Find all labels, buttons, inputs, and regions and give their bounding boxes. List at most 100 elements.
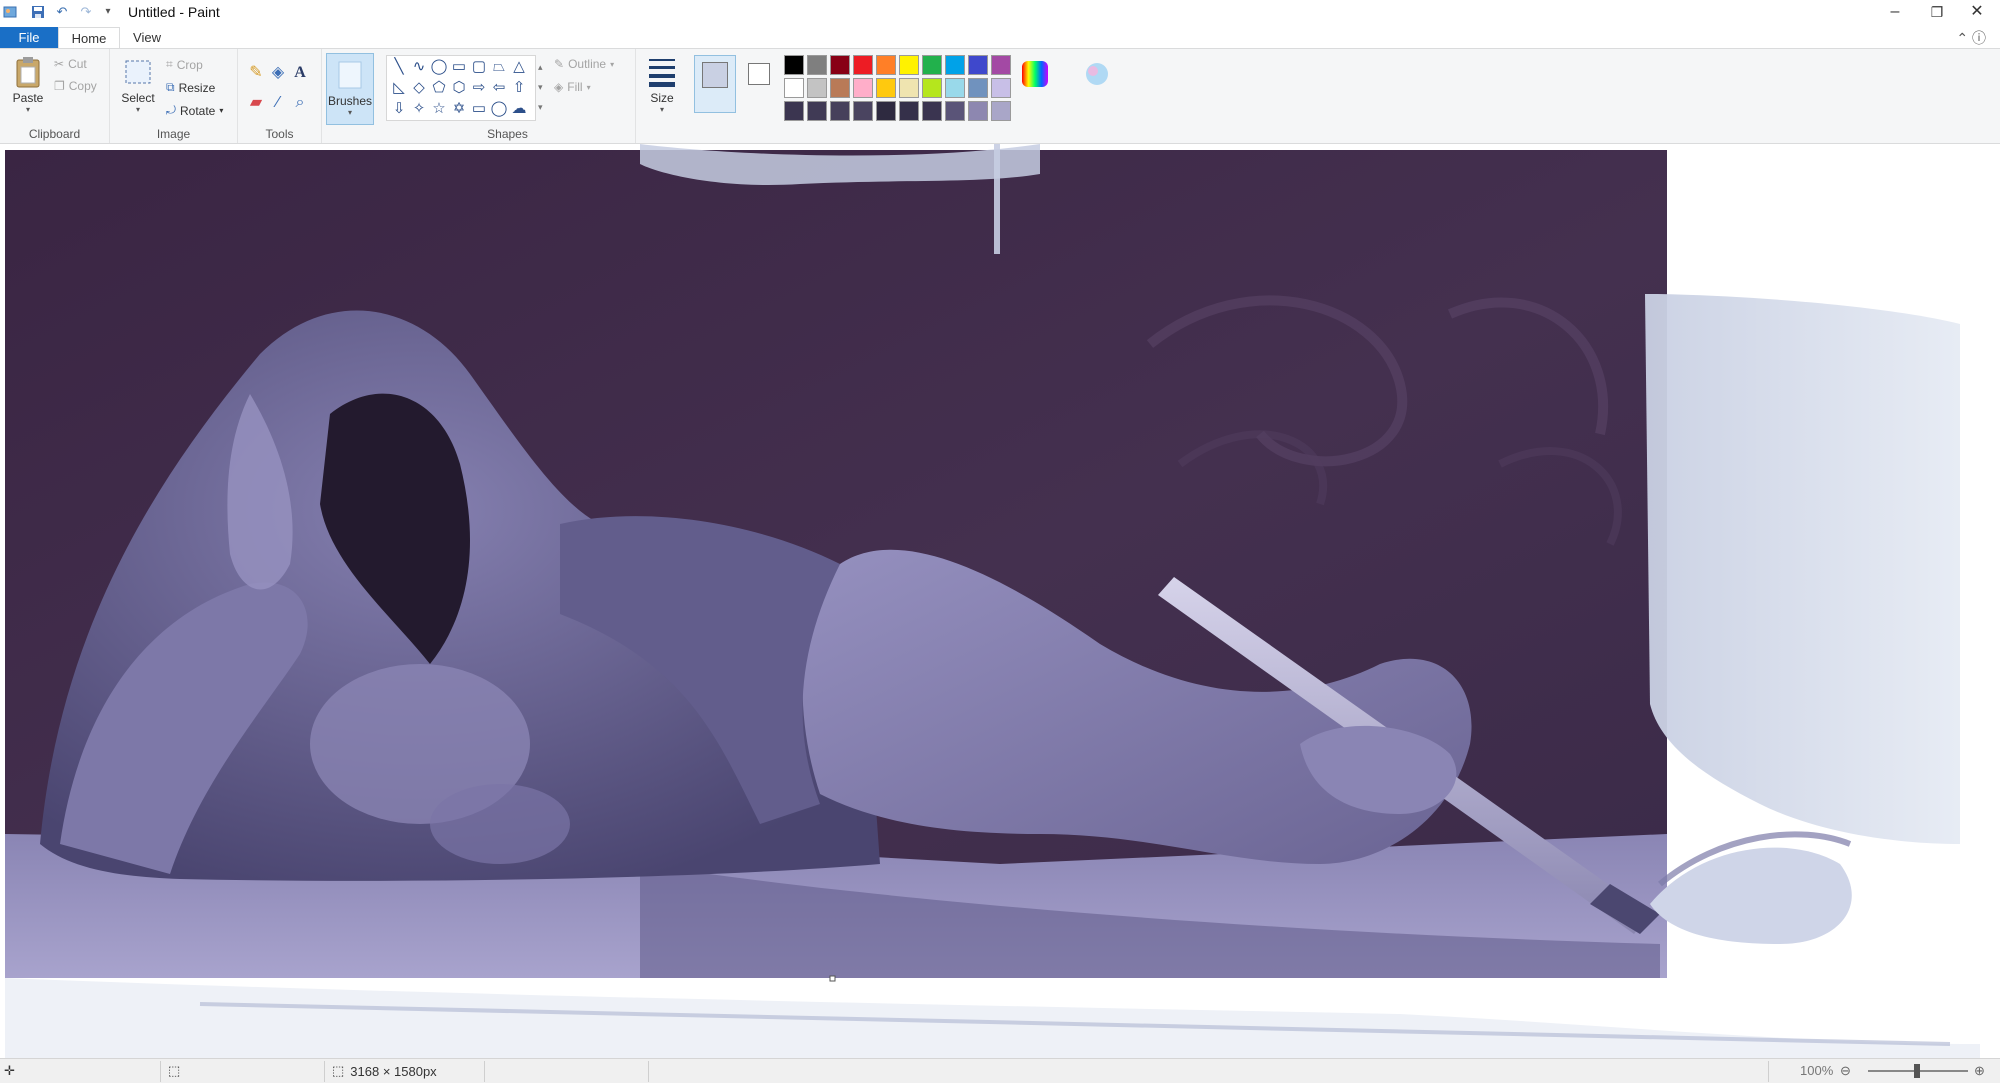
rotate-button[interactable]: ⤾ Rotate ▾ xyxy=(166,103,223,118)
polygon-shape-icon[interactable]: ⏢ xyxy=(489,57,509,77)
palette-swatch[interactable] xyxy=(922,101,942,121)
rounded-callout-shape-icon[interactable]: ▭ xyxy=(469,99,489,119)
palette-swatch[interactable] xyxy=(945,55,965,75)
palette-swatch[interactable] xyxy=(945,78,965,98)
undo-icon[interactable]: ↶ xyxy=(54,4,70,20)
paint3d-icon[interactable] xyxy=(1080,57,1116,97)
palette-swatch[interactable] xyxy=(853,78,873,98)
ribbon: Paste ▾ ✂ Cut ❐ Copy Clipboard Select ▾ xyxy=(0,48,2000,144)
resize-label: Resize xyxy=(178,80,216,95)
cut-button[interactable]: ✂ Cut xyxy=(54,57,87,71)
palette-swatch[interactable] xyxy=(991,78,1011,98)
copy-button[interactable]: ❐ Copy xyxy=(54,79,97,93)
palette-swatch[interactable] xyxy=(991,101,1011,121)
right-triangle-shape-icon[interactable]: ◺ xyxy=(389,78,409,98)
paint-app-icon[interactable] xyxy=(2,4,18,20)
left-arrow-shape-icon[interactable]: ⇦ xyxy=(489,78,509,98)
minimize-button[interactable]: – xyxy=(1872,0,1918,25)
zoom-out-icon[interactable]: ⊖ xyxy=(1840,1063,1851,1079)
triangle-shape-icon[interactable]: △ xyxy=(509,57,529,77)
color-1-swatch xyxy=(702,62,728,88)
palette-swatch[interactable] xyxy=(830,78,850,98)
palette-swatch[interactable] xyxy=(922,78,942,98)
line-size-icon xyxy=(647,55,677,89)
palette-swatch[interactable] xyxy=(853,55,873,75)
tab-home[interactable]: Home xyxy=(58,27,120,49)
zoom-slider[interactable] xyxy=(1868,1064,1968,1078)
palette-swatch[interactable] xyxy=(899,78,919,98)
palette-swatch[interactable] xyxy=(876,101,896,121)
outline-button[interactable]: ✎ Outline ▾ xyxy=(554,57,614,71)
paste-button[interactable]: Paste ▾ xyxy=(8,55,48,114)
palette-swatch[interactable] xyxy=(784,55,804,75)
rounded-rectangle-shape-icon[interactable]: ▢ xyxy=(469,57,489,77)
customize-dropdown-icon[interactable]: ▾ xyxy=(100,4,116,20)
four-point-star-shape-icon[interactable]: ✧ xyxy=(409,99,429,119)
rectangle-shape-icon[interactable]: ▭ xyxy=(449,57,469,77)
brushes-button[interactable]: Brushes ▾ xyxy=(326,53,374,125)
edit-colors-button[interactable] xyxy=(1018,57,1054,97)
tab-view[interactable]: View xyxy=(122,27,172,49)
palette-swatch[interactable] xyxy=(899,55,919,75)
text-tool-icon[interactable]: A xyxy=(290,63,310,83)
palette-swatch[interactable] xyxy=(807,101,827,121)
size-button[interactable]: Size ▾ xyxy=(640,55,684,114)
drawing-canvas[interactable] xyxy=(0,144,2000,1058)
up-arrow-shape-icon[interactable]: ⇧ xyxy=(509,78,529,98)
oval-callout-shape-icon[interactable]: ◯ xyxy=(489,99,509,119)
palette-swatch[interactable] xyxy=(830,55,850,75)
right-arrow-shape-icon[interactable]: ⇨ xyxy=(469,78,489,98)
color-2-button[interactable] xyxy=(744,59,774,109)
hexagon-shape-icon[interactable]: ⬡ xyxy=(449,78,469,98)
palette-swatch[interactable] xyxy=(968,55,988,75)
eraser-icon[interactable]: ▰ xyxy=(246,93,266,113)
shapes-gallery-scroll-icon[interactable]: ▴ ▾ ▾ xyxy=(538,57,543,117)
paste-dropdown-icon[interactable]: ▾ xyxy=(8,105,48,114)
help-icon[interactable]: ⌃ ⓘ xyxy=(1956,28,1986,48)
palette-swatch[interactable] xyxy=(945,101,965,121)
oval-shape-icon[interactable]: ◯ xyxy=(429,57,449,77)
palette-swatch[interactable] xyxy=(876,55,896,75)
color-picker-icon[interactable]: ⁄ xyxy=(268,93,288,113)
pentagon-shape-icon[interactable]: ⬠ xyxy=(429,78,449,98)
palette-swatch[interactable] xyxy=(853,101,873,121)
rotate-icon: ⤾ xyxy=(166,103,176,117)
line-shape-icon[interactable]: ╲ xyxy=(389,57,409,77)
outline-dropdown-icon: ▾ xyxy=(610,59,615,69)
palette-swatch[interactable] xyxy=(968,101,988,121)
cloud-callout-shape-icon[interactable]: ☁ xyxy=(509,99,529,119)
palette-swatch[interactable] xyxy=(830,101,850,121)
palette-swatch[interactable] xyxy=(784,78,804,98)
diamond-shape-icon[interactable]: ◇ xyxy=(409,78,429,98)
tab-file[interactable]: File xyxy=(0,27,58,49)
fill-bucket-icon[interactable]: ◈ xyxy=(268,63,288,83)
palette-swatch[interactable] xyxy=(968,78,988,98)
zoom-slider-thumb[interactable] xyxy=(1914,1064,1920,1078)
canvas-resize-handle[interactable] xyxy=(829,975,836,982)
palette-swatch[interactable] xyxy=(807,78,827,98)
magnifier-icon[interactable]: ⌕ xyxy=(290,93,310,113)
palette-swatch[interactable] xyxy=(876,78,896,98)
save-icon[interactable] xyxy=(30,4,46,20)
status-divider xyxy=(324,1061,325,1082)
fill-button[interactable]: ◈ Fill ▾ xyxy=(554,80,591,94)
pencil-icon[interactable]: ✎ xyxy=(246,63,266,83)
palette-swatch[interactable] xyxy=(807,55,827,75)
crop-button[interactable]: ⌗ Crop xyxy=(166,57,203,72)
curve-shape-icon[interactable]: ∿ xyxy=(409,57,429,77)
select-dropdown-icon[interactable]: ▾ xyxy=(118,105,158,114)
resize-button[interactable]: ⧉ Resize xyxy=(166,80,215,95)
palette-swatch[interactable] xyxy=(991,55,1011,75)
down-arrow-shape-icon[interactable]: ⇩ xyxy=(389,99,409,119)
six-point-star-shape-icon[interactable]: ✡ xyxy=(449,99,469,119)
palette-swatch[interactable] xyxy=(899,101,919,121)
palette-swatch[interactable] xyxy=(784,101,804,121)
zoom-in-icon[interactable]: ⊕ xyxy=(1974,1063,1985,1079)
close-button[interactable]: ✕ xyxy=(1954,0,2000,25)
palette-swatch[interactable] xyxy=(922,55,942,75)
select-button[interactable]: Select ▾ xyxy=(118,55,158,114)
five-point-star-shape-icon[interactable]: ☆ xyxy=(429,99,449,119)
resize-icon: ⧉ xyxy=(166,80,175,94)
color-1-button[interactable] xyxy=(694,55,736,113)
redo-icon[interactable]: ↷ xyxy=(78,4,94,20)
